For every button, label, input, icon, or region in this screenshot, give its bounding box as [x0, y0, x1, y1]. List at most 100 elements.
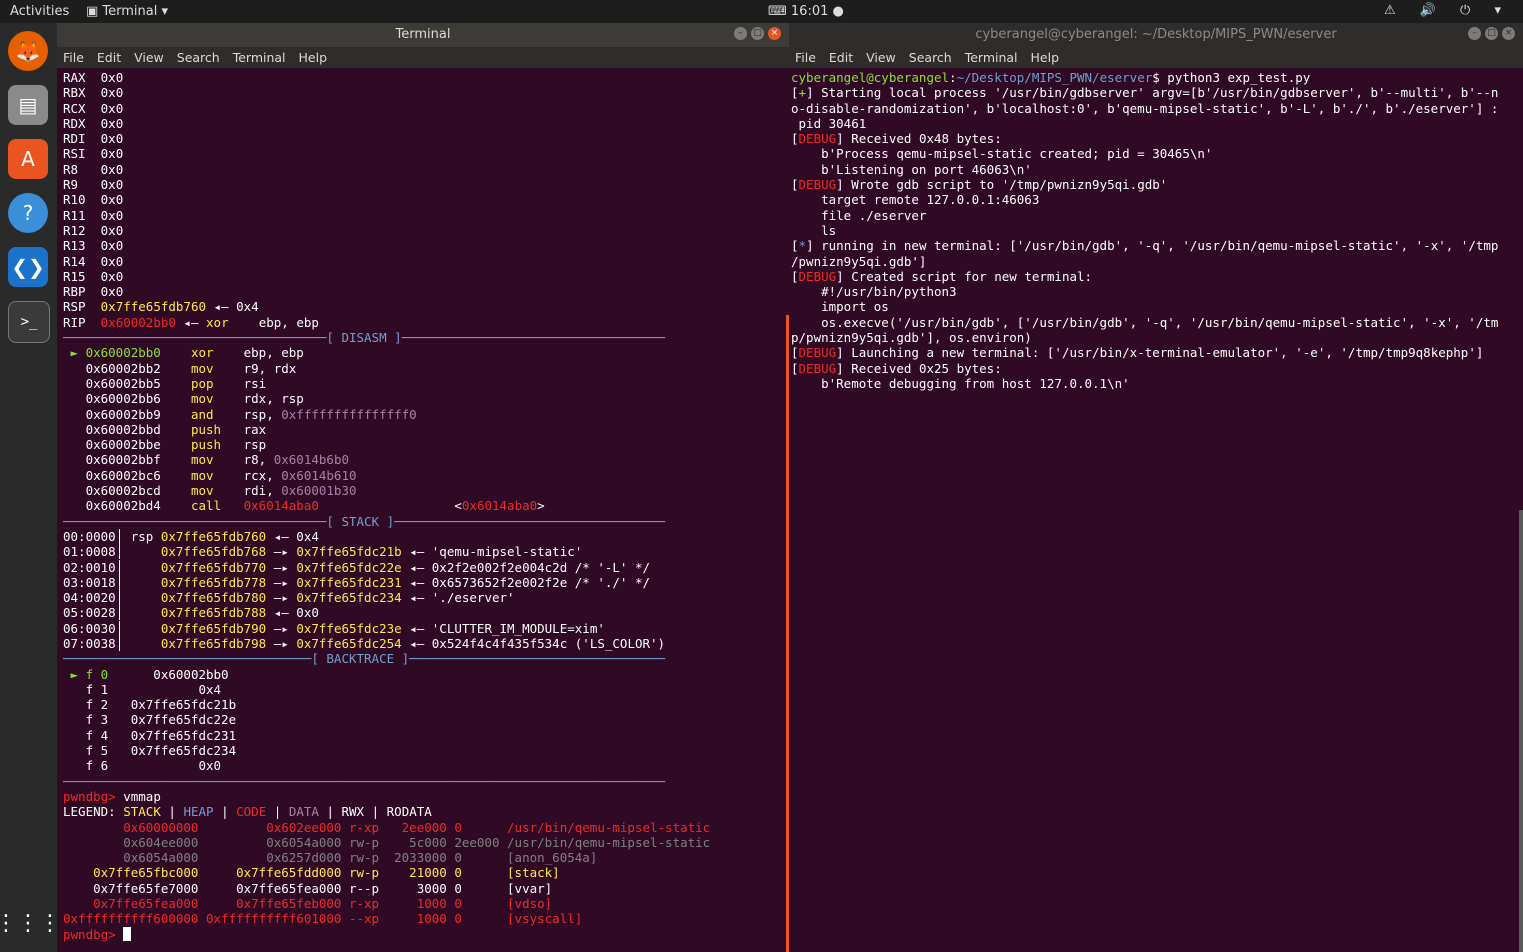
software-icon[interactable]: A — [8, 139, 48, 179]
terminal-line: p/pwnizn9y5qi.gdb'], os.environ) — [791, 330, 1523, 345]
terminal-line: R13 0x0 — [63, 238, 789, 253]
terminal-line: 0x60002bbe push rsp — [63, 437, 789, 452]
right-terminal-output[interactable]: cyberangel@cyberangel:~/Desktop/MIPS_PWN… — [789, 68, 1523, 391]
terminal-text: ebp, ebp — [228, 314, 319, 330]
clock[interactable]: ⌨ 16:01 ● — [768, 4, 844, 19]
right-scrollbar[interactable] — [1519, 510, 1523, 952]
terminal-line: 05:0028│ 0x7ffe65fdb788 ◂— 0x0 — [63, 605, 789, 620]
terminal-line: RAX 0x0 — [63, 70, 789, 85]
terminal-line: ───────────────────────────────────[ STA… — [63, 514, 789, 529]
right-window-title: cyberangel@cyberangel: ~/Desktop/MIPS_PW… — [975, 27, 1337, 42]
terminal-line: 0x60002bcd mov rdi, 0x60001b30 — [63, 483, 789, 498]
menu-terminal[interactable]: Terminal — [233, 50, 286, 65]
menu-help[interactable]: Help — [1031, 50, 1060, 65]
terminal-text: STACK — [123, 804, 161, 820]
terminal-text: mov — [190, 452, 214, 468]
terminal-line: 0xffffffffff600000 0xffffffffff601000 --… — [63, 911, 789, 926]
menu-terminal[interactable]: Terminal — [965, 50, 1018, 65]
terminal-text: 0x0 — [100, 85, 124, 101]
terminal-icon[interactable]: >_ — [8, 301, 50, 343]
app-menu-label: Terminal — [102, 4, 158, 19]
terminal-text: 0x60000000 0x602ee000 r-xp 2ee000 0 /usr… — [63, 819, 711, 835]
terminal-text: [ — [791, 360, 799, 376]
terminal-line: /pwnizn9y5qi.gdb'] — [791, 254, 1523, 269]
menu-help[interactable]: Help — [299, 50, 328, 65]
terminal-line: RDX 0x0 — [63, 116, 789, 131]
clock-time: 16:01 — [790, 4, 829, 19]
terminal-text: target remote 127.0.0.1:46063 — [791, 192, 1040, 208]
menu-search[interactable]: Search — [177, 50, 220, 65]
terminal-text: 0x7ffe65fdc234 — [296, 590, 402, 606]
menu-view[interactable]: View — [134, 50, 164, 65]
terminal-text: pop — [190, 375, 214, 391]
menu-edit[interactable]: Edit — [829, 50, 853, 65]
terminal-text: vmmap — [123, 788, 161, 804]
terminal-text: 0x0 — [100, 146, 124, 162]
left-terminal-output[interactable]: RAX 0x0 RBX 0x0 RCX 0x0 RDX 0x0 RDI 0x0 RSI 0… — [57, 68, 789, 942]
terminal-line: 06:0030│ 0x7ffe65fdb790 —▸ 0x7ffe65fdc23… — [63, 621, 789, 636]
terminal-line: R8 0x0 — [63, 162, 789, 177]
terminal-text: o-disable-randomization', b'localhost:0'… — [791, 100, 1499, 116]
terminal-line: RSI 0x0 — [63, 146, 789, 161]
terminal-text: 0x6014aba0 — [243, 498, 319, 514]
menu-file[interactable]: File — [795, 50, 816, 65]
minimize-icon[interactable]: – — [734, 27, 747, 40]
terminal-line: ───────────────────────────────────[ DIS… — [63, 330, 789, 345]
terminal-line: RBX 0x0 — [63, 85, 789, 100]
terminal-line: LEGEND: STACK | HEAP | CODE | DATA | RWX… — [63, 804, 789, 819]
minimize-icon[interactable]: – — [1468, 27, 1481, 40]
terminal-line: target remote 127.0.0.1:46063 — [791, 192, 1523, 207]
left-titlebar[interactable]: Terminal – □ × — [57, 23, 789, 47]
terminal-text: ls — [791, 222, 837, 238]
terminal-text: > — [537, 498, 545, 514]
menu-file[interactable]: File — [63, 50, 84, 65]
vscode-icon[interactable]: ❮❯ — [8, 247, 48, 287]
terminal-text: mov — [190, 467, 214, 483]
left-menubar: File Edit View Search Terminal Help — [57, 47, 789, 68]
terminal-line: f 5 0x7ffe65fdc234 — [63, 743, 789, 758]
maximize-icon[interactable]: □ — [1485, 27, 1498, 40]
terminal-text: ◂— 0x4 — [206, 299, 259, 315]
files-icon[interactable]: ▤ — [8, 85, 48, 125]
system-tray[interactable]: ⚠ 🔊 ⏻ ▾ — [1384, 3, 1511, 18]
window-split-handle[interactable] — [786, 315, 789, 952]
terminal-text: 0x7ffe65fdb778 — [160, 574, 267, 590]
terminal-text: ► f 0 — [63, 666, 109, 682]
menu-search[interactable]: Search — [909, 50, 952, 65]
terminal-text: 0xfffffffffffffff0 — [281, 406, 417, 422]
apps-grid-icon[interactable]: ⋮⋮⋮ — [0, 903, 61, 943]
terminal-text: 0x0 — [100, 115, 124, 131]
terminal-text: mov — [190, 483, 214, 499]
terminal-line: 07:0038│ 0x7ffe65fdb798 —▸ 0x7ffe65fdc25… — [63, 636, 789, 651]
terminal-line: f 2 0x7ffe65fdc21b — [63, 697, 789, 712]
terminal-text: push — [190, 437, 222, 453]
terminal-line: ► 0x60002bb0 xor ebp, ebp — [63, 345, 789, 360]
terminal-line: ls — [791, 223, 1523, 238]
terminal-text: [ — [791, 85, 799, 101]
terminal-line: RIP 0x60002bb0 ◂— xor ebp, ebp — [63, 315, 789, 330]
maximize-icon[interactable]: □ — [751, 27, 764, 40]
firefox-icon[interactable]: 🦊 — [8, 31, 48, 71]
terminal-text: rsi — [213, 375, 267, 391]
terminal-text: b'Process qemu-mipsel-static created; pi… — [791, 146, 1213, 162]
activities-button[interactable]: Activities — [10, 4, 69, 19]
terminal-text: pid 30461 — [791, 115, 867, 131]
terminal-text: 0x7ffe65fdc22e — [296, 559, 402, 575]
menu-edit[interactable]: Edit — [97, 50, 121, 65]
terminal-line: f 6 0x0 — [63, 758, 789, 773]
terminal-text: 0x7ffe65fdb780 — [160, 590, 267, 606]
terminal-text: 0x0 — [100, 222, 124, 238]
help-icon[interactable]: ? — [8, 193, 48, 233]
terminal-text: 0x7ffe65fdb798 — [160, 635, 267, 651]
right-titlebar[interactable]: cyberangel@cyberangel: ~/Desktop/MIPS_PW… — [789, 23, 1523, 47]
terminal-line: 03:0018│ 0x7ffe65fdb778 —▸ 0x7ffe65fdc23… — [63, 575, 789, 590]
terminal-text: 0x0 — [100, 284, 124, 300]
menu-view[interactable]: View — [866, 50, 896, 65]
close-icon[interactable]: × — [768, 27, 781, 40]
terminal-text: pwndbg> — [63, 926, 124, 942]
terminal-line: ────────────────────────────────────────… — [63, 774, 789, 789]
close-icon[interactable]: × — [1502, 27, 1515, 40]
app-menu[interactable]: ▣ Terminal ▾ — [86, 4, 168, 19]
terminal-text: and — [190, 406, 214, 422]
terminal-text: 0x7ffe65fdb788 — [160, 605, 267, 621]
